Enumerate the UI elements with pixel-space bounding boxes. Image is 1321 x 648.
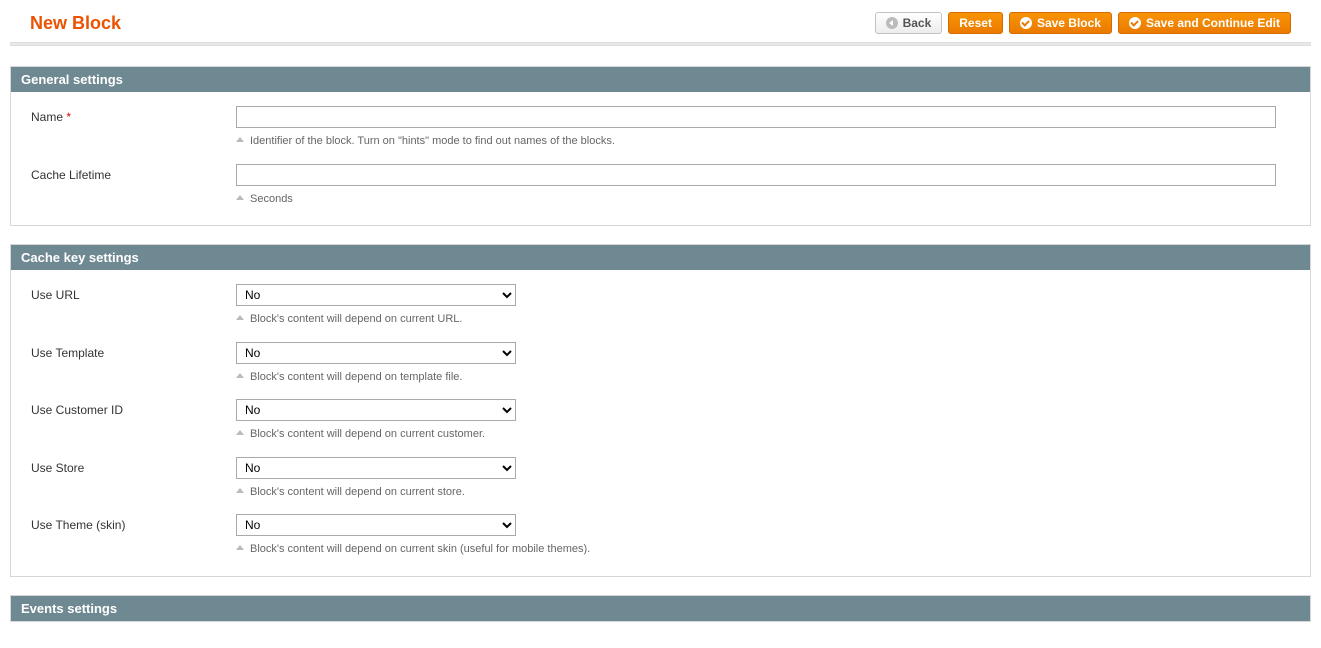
use-store-select[interactable]: NoYes	[236, 457, 516, 479]
hint-arrow-icon	[236, 430, 244, 435]
use-template-label: Use Template	[31, 342, 236, 360]
section-header-general: General settings	[11, 67, 1310, 92]
back-icon	[886, 17, 898, 29]
hint-arrow-icon	[236, 488, 244, 493]
save-button-label: Save Block	[1037, 16, 1101, 30]
section-header-cache-key: Cache key settings	[11, 245, 1310, 270]
use-theme-hint-text: Block's content will depend on current s…	[250, 541, 590, 558]
save-continue-button[interactable]: Save and Continue Edit	[1118, 12, 1291, 34]
back-button[interactable]: Back	[875, 12, 943, 34]
check-icon	[1020, 17, 1032, 29]
use-url-label: Use URL	[31, 284, 236, 302]
name-hint: Identifier of the block. Turn on "hints"…	[236, 133, 636, 150]
field-cache-lifetime: Cache Lifetime Seconds	[31, 164, 1290, 208]
use-url-hint-text: Block's content will depend on current U…	[250, 311, 462, 328]
field-use-url: Use URL NoYes Block's content will depen…	[31, 284, 1290, 328]
use-store-hint-text: Block's content will depend on current s…	[250, 484, 465, 501]
section-general-settings: General settings Name * Identifier of th…	[10, 66, 1311, 226]
section-body-cache-key: Use URL NoYes Block's content will depen…	[11, 270, 1310, 576]
back-button-label: Back	[903, 16, 932, 30]
use-theme-label: Use Theme (skin)	[31, 514, 236, 532]
hint-arrow-icon	[236, 373, 244, 378]
section-body-general: Name * Identifier of the block. Turn on …	[11, 92, 1310, 225]
required-asterisk: *	[66, 110, 71, 124]
name-label-text: Name	[31, 110, 63, 124]
use-template-select[interactable]: NoYes	[236, 342, 516, 364]
section-cache-key-settings: Cache key settings Use URL NoYes Block's…	[10, 244, 1311, 577]
use-theme-select[interactable]: NoYes	[236, 514, 516, 536]
use-theme-hint: Block's content will depend on current s…	[236, 541, 636, 558]
field-name: Name * Identifier of the block. Turn on …	[31, 106, 1290, 150]
reset-button-label: Reset	[959, 16, 992, 30]
use-customer-id-hint-text: Block's content will depend on current c…	[250, 426, 485, 443]
action-button-bar: Back Reset Save Block Save and Continue …	[875, 12, 1291, 34]
use-customer-id-hint: Block's content will depend on current c…	[236, 426, 636, 443]
use-template-hint-text: Block's content will depend on template …	[250, 369, 462, 386]
name-input[interactable]	[236, 106, 1276, 128]
field-use-store: Use Store NoYes Block's content will dep…	[31, 457, 1290, 501]
use-url-hint: Block's content will depend on current U…	[236, 311, 636, 328]
cache-lifetime-hint-text: Seconds	[250, 191, 293, 208]
save-button[interactable]: Save Block	[1009, 12, 1112, 34]
hint-arrow-icon	[236, 315, 244, 320]
header-divider	[10, 42, 1311, 46]
use-url-select[interactable]: NoYes	[236, 284, 516, 306]
cache-lifetime-hint: Seconds	[236, 191, 636, 208]
use-store-label: Use Store	[31, 457, 236, 475]
check-icon	[1129, 17, 1141, 29]
page-header: New Block Back Reset Save Block Save and…	[10, 8, 1311, 42]
use-customer-id-label: Use Customer ID	[31, 399, 236, 417]
hint-arrow-icon	[236, 137, 244, 142]
section-events-settings: Events settings	[10, 595, 1311, 622]
page-title: New Block	[30, 13, 121, 34]
hint-arrow-icon	[236, 545, 244, 550]
use-customer-id-select[interactable]: NoYes	[236, 399, 516, 421]
hint-arrow-icon	[236, 195, 244, 200]
name-hint-text: Identifier of the block. Turn on "hints"…	[250, 133, 615, 150]
cache-lifetime-input[interactable]	[236, 164, 1276, 186]
field-use-theme: Use Theme (skin) NoYes Block's content w…	[31, 514, 1290, 558]
field-use-customer-id: Use Customer ID NoYes Block's content wi…	[31, 399, 1290, 443]
use-store-hint: Block's content will depend on current s…	[236, 484, 636, 501]
save-continue-button-label: Save and Continue Edit	[1146, 16, 1280, 30]
section-header-events: Events settings	[11, 596, 1310, 621]
reset-button[interactable]: Reset	[948, 12, 1003, 34]
name-label: Name *	[31, 106, 236, 124]
cache-lifetime-label: Cache Lifetime	[31, 164, 236, 182]
use-template-hint: Block's content will depend on template …	[236, 369, 636, 386]
field-use-template: Use Template NoYes Block's content will …	[31, 342, 1290, 386]
